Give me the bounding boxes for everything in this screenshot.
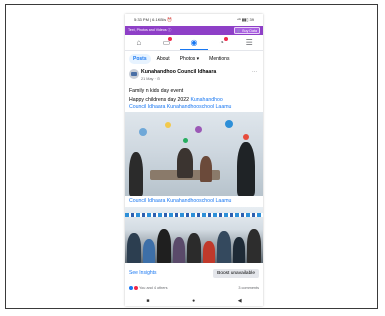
reactions-text: You and 4 others <box>139 285 168 290</box>
buy-data-button[interactable]: 🛒 Buy Data <box>233 27 260 34</box>
status-bar: 5:33 PM | 6.1KB/s ⏰ ⁴ᴳ ▮▮▯ 39 <box>125 14 263 24</box>
data-banner: Text, Photos and Videos ⓘ 🛒 Buy Data <box>125 26 263 35</box>
page-tabs: Posts About Photos ▾ Mentions <box>125 53 263 65</box>
post-header: Kunahandhoo Council Idhaara 21 May · ⊙ ·… <box>129 69 259 83</box>
reactions-row: You and 4 others 3 comments <box>129 284 259 291</box>
notifications-badge <box>223 37 228 41</box>
tab-photos[interactable]: Photos ▾ <box>176 54 203 64</box>
status-right: ⁴ᴳ ▮▮▯ 39 <box>237 16 254 22</box>
tab-about[interactable]: About <box>153 54 174 64</box>
post-author[interactable]: Kunahandhoo Council Idhaara <box>141 69 216 75</box>
caption2-link-2[interactable]: Kunahandhooschool Laamu <box>167 198 232 204</box>
video-badge <box>168 37 173 41</box>
avatar[interactable] <box>129 69 139 79</box>
reactions-summary[interactable]: You and 4 others <box>129 285 168 290</box>
caption2-link-1[interactable]: Council Idhaara <box>129 198 165 204</box>
comments-count[interactable]: 3 comments <box>238 286 259 290</box>
post-time: 21 May · ⊙ <box>141 76 161 81</box>
menu-icon[interactable]: ☰ <box>244 38 254 48</box>
photo-1-image <box>125 112 263 196</box>
video-icon[interactable]: ▭ <box>161 37 173 48</box>
see-insights-link[interactable]: See Insights <box>129 270 157 276</box>
system-nav-bar: ■ ● ◀ <box>125 295 263 306</box>
caption-text: Happy childrens day 2022 <box>129 97 191 103</box>
love-icon <box>134 285 138 290</box>
photo-2-garland <box>125 213 263 217</box>
caption-link-3[interactable]: Kunahandhooschool Laamu <box>167 104 232 110</box>
post-text: Family n kids day event <box>129 88 184 94</box>
notifications-icon[interactable]: ◔ <box>217 37 228 48</box>
boost-button[interactable]: Boost unavailable <box>213 268 259 278</box>
caption-link-2[interactable]: Council Idhaara <box>129 104 165 110</box>
phone-screen: 5:33 PM | 6.1KB/s ⏰ ⁴ᴳ ▮▮▯ 39 Text, Phot… <box>125 14 263 306</box>
like-icon <box>129 285 133 290</box>
home-button-icon[interactable]: ● <box>192 298 195 304</box>
profile-icon[interactable]: ◉ <box>189 38 199 48</box>
post-photo-2[interactable] <box>125 207 263 263</box>
active-tab-indicator <box>180 49 208 50</box>
more-options-icon[interactable]: ··· <box>252 69 257 75</box>
status-time: 5:33 PM | 6.1KB/s ⏰ <box>134 16 173 22</box>
post-actions: See Insights Boost unavailable <box>129 268 259 278</box>
caption-link-1[interactable]: Kunahandhoo <box>190 97 222 103</box>
tab-posts[interactable]: Posts <box>129 54 151 64</box>
photo-2-caption: Council Idhaara Kunahandhooschool Laamu <box>129 198 231 204</box>
banner-text: Text, Photos and Videos ⓘ <box>128 28 172 32</box>
tab-mentions[interactable]: Mentions <box>205 54 233 64</box>
post-photo-1[interactable]: Happy childrens day 2022 Kunahandhoo Cou… <box>125 96 263 196</box>
photo-1-caption: Happy childrens day 2022 Kunahandhoo Cou… <box>129 97 259 111</box>
back-icon[interactable]: ◀ <box>238 298 242 304</box>
home-icon[interactable]: ⌂ <box>134 38 144 48</box>
recents-icon[interactable]: ■ <box>146 298 149 304</box>
